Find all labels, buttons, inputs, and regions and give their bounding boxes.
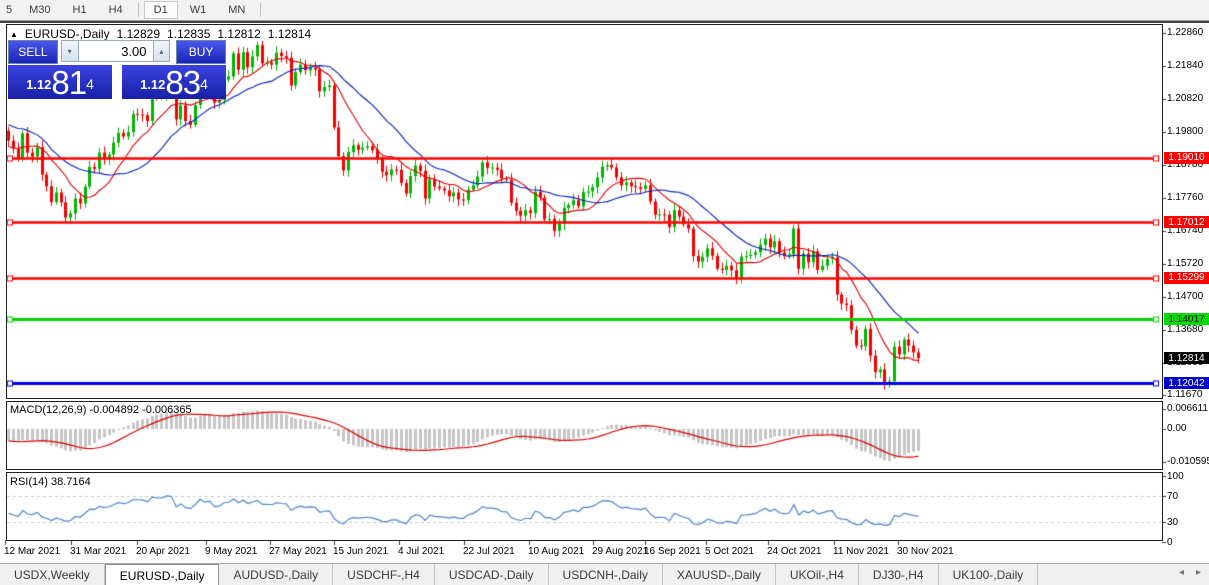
chart-tab-bar: USDX,Weekly EURUSD-,Daily AUDUSD-,Daily USD…: [0, 563, 1209, 585]
rsi-axis-label: 100: [1167, 471, 1184, 482]
date-axis-label: 16 Sep 2021: [644, 546, 701, 557]
tab-scroll-left-icon[interactable]: ◂: [1179, 567, 1184, 578]
collapse-chart-icon[interactable]: ▲: [10, 30, 18, 39]
date-axis-label: 30 Nov 2021: [897, 546, 954, 557]
price-axis-label: 1.19800: [1167, 126, 1204, 138]
rsi-axis-label: 0: [1167, 537, 1173, 548]
price-axis-label: 1.15720: [1167, 258, 1204, 270]
chart-tab-usdchf-h4[interactable]: USDCHF-,H4: [333, 564, 435, 585]
price-axis-label: 1.11670: [1167, 389, 1203, 401]
price-badge: 1.17012: [1164, 216, 1209, 229]
price-axis-label: 1.13680: [1167, 324, 1204, 336]
sell-price-display[interactable]: 1.12 81 4: [8, 65, 112, 99]
chart-tab-usdcad-daily[interactable]: USDCAD-,Daily: [435, 564, 549, 585]
chart-tab-usdx-weekly[interactable]: USDX,Weekly: [0, 564, 105, 585]
macd-label: MACD(12,26,9) -0.004892 -0.006365: [10, 404, 192, 416]
quote-open: 1.12829: [116, 27, 160, 41]
date-axis-label: 11 Nov 2021: [833, 546, 889, 557]
buy-price-prefix: 1.12: [140, 77, 166, 92]
chart-tab-xauusd-daily[interactable]: XAUUSD-,Daily: [663, 564, 776, 585]
macd-axis-label: 0.006611: [1167, 402, 1208, 414]
price-axis-label: 1.22860: [1167, 27, 1204, 39]
date-axis-label: 22 Jul 2021: [463, 546, 515, 557]
date-axis-label: 15 Jun 2021: [333, 546, 389, 557]
price-badge: 1.19010: [1164, 151, 1209, 164]
spinner-up-icon: ▴: [159, 46, 164, 56]
chart-tab-dj30-h4[interactable]: DJ30-,H4: [859, 564, 939, 585]
rsi-axis-label: 70: [1167, 490, 1179, 502]
price-badge: 1.14017: [1164, 313, 1209, 326]
chart-tab-eurusd-daily[interactable]: EURUSD-,Daily: [104, 564, 220, 585]
date-axis-label: 4 Jul 2021: [398, 546, 445, 557]
price-badge: 1.15299: [1164, 271, 1209, 284]
quote-low: 1.12812: [217, 27, 261, 41]
chart-tab-ukoil-h4[interactable]: UKOil-,H4: [776, 564, 859, 585]
sell-price-prefix: 1.12: [26, 77, 52, 92]
spinner-down-icon: ▾: [67, 46, 72, 56]
date-axis-label: 12 Mar 2021: [4, 546, 61, 557]
chart-symbol-label: EURUSD-,Daily: [24, 27, 110, 41]
buy-price-display[interactable]: 1.12 83 4: [122, 65, 226, 99]
price-axis-label: 1.17760: [1167, 192, 1204, 204]
chart-tab-usdcnh-daily[interactable]: USDCNH-,Daily: [549, 564, 663, 585]
quote-close: 1.12814: [267, 27, 312, 41]
chart-tab-audusd-daily[interactable]: AUDUSD-,Daily: [219, 564, 334, 585]
buy-price-pip: 4: [200, 76, 208, 92]
macd-axis-label: -0.010595: [1167, 455, 1209, 467]
price-badge: 1.12814: [1164, 352, 1209, 365]
one-click-trading-panel: SELL ▾ ▴ BUY 1.12814 1.12834: [8, 40, 226, 99]
date-axis-label: 24 Oct 2021: [767, 546, 822, 557]
volume-decrease-button[interactable]: ▾: [60, 40, 79, 62]
price-axis-label: 1.21840: [1167, 60, 1204, 72]
price-badge: 1.12042: [1164, 377, 1209, 390]
rsi-label: RSI(14) 38.7164: [10, 476, 91, 488]
volume-increase-button[interactable]: ▴: [152, 40, 171, 62]
sell-price-pip: 4: [86, 76, 94, 92]
date-axis-label: 31 Mar 2021: [70, 546, 127, 557]
mt4-window: 5 M30 H1 H4 D1 W1 MN ▲ EURUSD-,Daily 1.1…: [0, 0, 1209, 585]
chart-title: ▲ EURUSD-,Daily 1.12829 1.12835 1.12812 …: [10, 27, 318, 41]
date-axis-label: 5 Oct 2021: [705, 546, 754, 557]
date-axis-label: 9 May 2021: [205, 546, 258, 557]
price-axis-label: 1.20820: [1167, 93, 1204, 105]
date-axis-label: 20 Apr 2021: [136, 546, 190, 557]
rsi-axis-label: 30: [1167, 517, 1179, 529]
volume-input[interactable]: [78, 40, 153, 62]
sell-price-big: 81: [51, 64, 87, 101]
price-axis-label: 1.14700: [1167, 291, 1204, 303]
sell-button[interactable]: SELL: [8, 40, 58, 64]
macd-axis-label: 0.00: [1167, 423, 1187, 434]
tab-scrollers: ◂ ▸: [1179, 567, 1201, 578]
buy-price-big: 83: [165, 64, 201, 101]
buy-button[interactable]: BUY: [176, 40, 226, 64]
chart-tab-uk100-daily[interactable]: UK100-,Daily: [939, 564, 1039, 585]
date-axis-label: 27 May 2021: [269, 546, 327, 557]
date-axis-label: 10 Aug 2021: [528, 546, 585, 557]
tab-scroll-right-icon[interactable]: ▸: [1196, 567, 1201, 578]
date-axis-label: 29 Aug 2021: [592, 546, 649, 557]
quote-high: 1.12835: [167, 27, 211, 41]
